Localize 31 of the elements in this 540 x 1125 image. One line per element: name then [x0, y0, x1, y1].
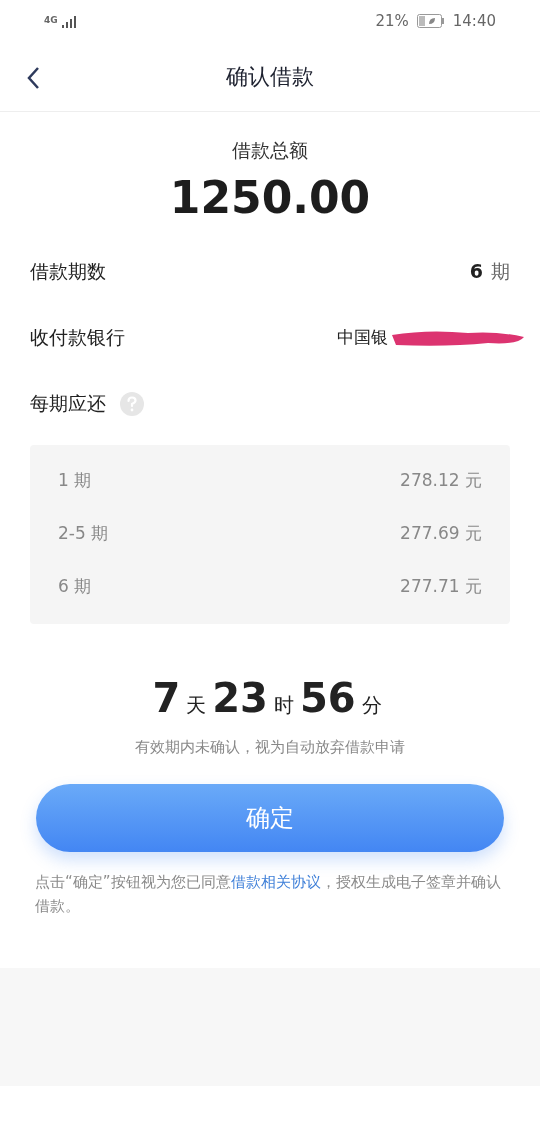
agreement-link[interactable]: 借款相关协议 [230, 873, 321, 891]
period-label: 1 期 [58, 469, 92, 493]
countdown-unit: 分 [361, 691, 382, 719]
period-label: 6 期 [58, 575, 92, 599]
period-label: 2-5 期 [58, 522, 109, 546]
term-unit: 期 [491, 259, 510, 285]
period-amount: 277.69 元 [400, 522, 482, 546]
battery-icon [416, 14, 445, 28]
battery-percent: 21% [375, 10, 409, 32]
row-label: 收付款银行 [30, 325, 125, 351]
agreement-text: 点击“确定”按钮视为您已同意借款相关协议，授权生成电子签章并确认借款。 [34, 872, 502, 917]
signal-icon [61, 15, 76, 28]
network-label: 4G [44, 14, 58, 28]
clock: 14:40 [452, 10, 496, 32]
period-amount: 277.71 元 [400, 575, 482, 599]
row-label: 借款期数 [30, 259, 106, 285]
bank-name: 中国银 [337, 325, 388, 349]
page-title: 确认借款 [226, 63, 314, 91]
row-label: 每期应还 [30, 391, 106, 417]
expiry-note: 有效期内未确认，视为自动放弃借款申请 [134, 736, 406, 758]
countdown-unit: 天 [186, 691, 207, 719]
term-count: 6 [469, 259, 483, 285]
period-amount: 278.12 元 [400, 469, 482, 493]
countdown-unit: 时 [273, 691, 294, 719]
countdown-number: 23 [212, 673, 268, 723]
countdown-number: 7 [152, 673, 181, 723]
confirm-button[interactable]: 确定 [36, 784, 504, 852]
countdown-number: 56 [299, 673, 356, 723]
amount-value: 1250.00 [168, 170, 372, 225]
back-icon[interactable] [26, 66, 40, 90]
amount-label: 借款总额 [231, 138, 309, 163]
